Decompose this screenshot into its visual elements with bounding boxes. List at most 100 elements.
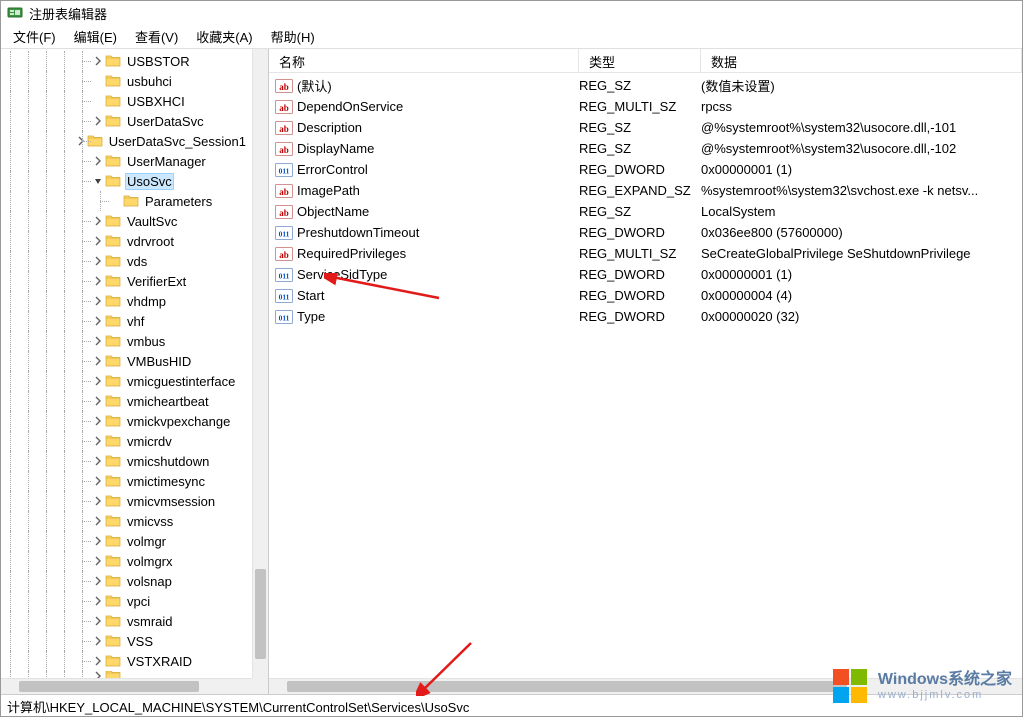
string-value-icon: ab: [275, 204, 293, 220]
expand-icon[interactable]: [91, 214, 105, 228]
tree-item[interactable]: VerifierExt: [1, 271, 252, 291]
expand-icon[interactable]: [91, 634, 105, 648]
tree-item-label: vsmraid: [125, 614, 175, 629]
tree-item[interactable]: [1, 671, 252, 678]
expand-icon[interactable]: [91, 274, 105, 288]
value-row[interactable]: 011StartREG_DWORD0x00000004 (4): [269, 285, 1022, 306]
tree-item[interactable]: vmicvss: [1, 511, 252, 531]
tree-item[interactable]: vmicheartbeat: [1, 391, 252, 411]
value-name: Description: [297, 120, 362, 135]
tree-item[interactable]: usbuhci: [1, 71, 252, 91]
expand-icon[interactable]: [91, 394, 105, 408]
tree-item-label: VerifierExt: [125, 274, 188, 289]
tree-item[interactable]: UsoSvc: [1, 171, 252, 191]
expand-icon[interactable]: [91, 374, 105, 388]
tree-item[interactable]: vhf: [1, 311, 252, 331]
value-row[interactable]: 011TypeREG_DWORD0x00000020 (32): [269, 306, 1022, 327]
expand-icon[interactable]: [91, 54, 105, 68]
expand-icon[interactable]: [91, 514, 105, 528]
header-type[interactable]: 类型: [579, 49, 701, 72]
tree-item[interactable]: vmictimesync: [1, 471, 252, 491]
value-row[interactable]: abRequiredPrivilegesREG_MULTI_SZSeCreate…: [269, 243, 1022, 264]
expand-icon[interactable]: [91, 354, 105, 368]
value-row[interactable]: abImagePathREG_EXPAND_SZ%systemroot%\sys…: [269, 180, 1022, 201]
tree-item[interactable]: vhdmp: [1, 291, 252, 311]
menu-file[interactable]: 文件(F): [5, 25, 64, 48]
value-row[interactable]: abObjectNameREG_SZLocalSystem: [269, 201, 1022, 222]
expand-icon[interactable]: [91, 434, 105, 448]
tree-item[interactable]: VMBusHID: [1, 351, 252, 371]
tree-item-label: vmicvmsession: [125, 494, 217, 509]
scrollbar-thumb[interactable]: [19, 681, 199, 692]
value-type: REG_DWORD: [579, 162, 701, 177]
tree-item[interactable]: volmgrx: [1, 551, 252, 571]
value-name: Start: [297, 288, 324, 303]
value-row[interactable]: 011PreshutdownTimeoutREG_DWORD0x036ee800…: [269, 222, 1022, 243]
scrollbar-thumb[interactable]: [255, 569, 266, 659]
tree-item[interactable]: Parameters: [1, 191, 252, 211]
list-scrollbar-horizontal[interactable]: [269, 678, 1022, 694]
header-name[interactable]: 名称: [269, 49, 579, 72]
expand-icon[interactable]: [91, 474, 105, 488]
expand-icon[interactable]: [91, 574, 105, 588]
scrollbar-thumb[interactable]: [287, 681, 847, 692]
expand-icon[interactable]: [91, 671, 105, 678]
tree-item[interactable]: volmgr: [1, 531, 252, 551]
expand-icon[interactable]: [91, 314, 105, 328]
expand-icon[interactable]: [91, 234, 105, 248]
tree-item[interactable]: UserDataSvc_Session1: [1, 131, 252, 151]
expand-icon[interactable]: [91, 454, 105, 468]
tree-item[interactable]: USBSTOR: [1, 51, 252, 71]
menu-help[interactable]: 帮助(H): [263, 25, 323, 48]
tree-item[interactable]: VSTXRAID: [1, 651, 252, 671]
expand-icon[interactable]: [91, 114, 105, 128]
value-row[interactable]: abDisplayNameREG_SZ@%systemroot%\system3…: [269, 138, 1022, 159]
expand-icon[interactable]: [91, 494, 105, 508]
expand-icon[interactable]: [91, 654, 105, 668]
expand-icon[interactable]: [91, 554, 105, 568]
tree-item[interactable]: VaultSvc: [1, 211, 252, 231]
value-row[interactable]: abDependOnServiceREG_MULTI_SZrpcss: [269, 96, 1022, 117]
value-row[interactable]: abDescriptionREG_SZ@%systemroot%\system3…: [269, 117, 1022, 138]
value-data: 0x00000001 (1): [701, 267, 1022, 282]
expand-icon[interactable]: [91, 594, 105, 608]
menu-edit[interactable]: 编辑(E): [66, 25, 125, 48]
tree-item[interactable]: vmicguestinterface: [1, 371, 252, 391]
tree-item[interactable]: USBXHCI: [1, 91, 252, 111]
menu-view[interactable]: 查看(V): [127, 25, 186, 48]
tree-item[interactable]: vdrvroot: [1, 231, 252, 251]
tree-item[interactable]: UserManager: [1, 151, 252, 171]
header-data[interactable]: 数据: [701, 49, 1022, 72]
menu-favorites[interactable]: 收藏夹(A): [188, 25, 260, 48]
tree-item[interactable]: vmicshutdown: [1, 451, 252, 471]
registry-tree[interactable]: USBSTORusbuhciUSBXHCIUserDataSvcUserData…: [1, 49, 252, 678]
tree-item[interactable]: vds: [1, 251, 252, 271]
tree-item[interactable]: vmbus: [1, 331, 252, 351]
tree-item[interactable]: vsmraid: [1, 611, 252, 631]
expand-icon[interactable]: [91, 614, 105, 628]
collapse-icon[interactable]: [91, 174, 105, 188]
tree-item[interactable]: vpci: [1, 591, 252, 611]
tree-scrollbar-horizontal[interactable]: [1, 678, 252, 694]
value-type: REG_SZ: [579, 120, 701, 135]
tree-item-label: Parameters: [143, 194, 214, 209]
value-data: @%systemroot%\system32\usocore.dll,-101: [701, 120, 1022, 135]
expand-icon[interactable]: [91, 534, 105, 548]
expand-icon[interactable]: [91, 254, 105, 268]
tree-item[interactable]: vmicrdv: [1, 431, 252, 451]
tree-scrollbar-vertical[interactable]: [252, 49, 268, 678]
value-row[interactable]: 011ErrorControlREG_DWORD0x00000001 (1): [269, 159, 1022, 180]
expand-icon[interactable]: [91, 294, 105, 308]
expand-icon[interactable]: [91, 334, 105, 348]
tree-item[interactable]: UserDataSvc: [1, 111, 252, 131]
expand-icon[interactable]: [91, 154, 105, 168]
value-row[interactable]: 011ServiceSidTypeREG_DWORD0x00000001 (1): [269, 264, 1022, 285]
value-row[interactable]: ab(默认)REG_SZ(数值未设置): [269, 75, 1022, 96]
tree-item[interactable]: volsnap: [1, 571, 252, 591]
expand-icon[interactable]: [91, 414, 105, 428]
tree-item[interactable]: VSS: [1, 631, 252, 651]
tree-item[interactable]: vmickvpexchange: [1, 411, 252, 431]
binary-value-icon: 011: [275, 288, 293, 304]
tree-item[interactable]: vmicvmsession: [1, 491, 252, 511]
registry-values-list[interactable]: ab(默认)REG_SZ(数值未设置)abDependOnServiceREG_…: [269, 73, 1022, 678]
